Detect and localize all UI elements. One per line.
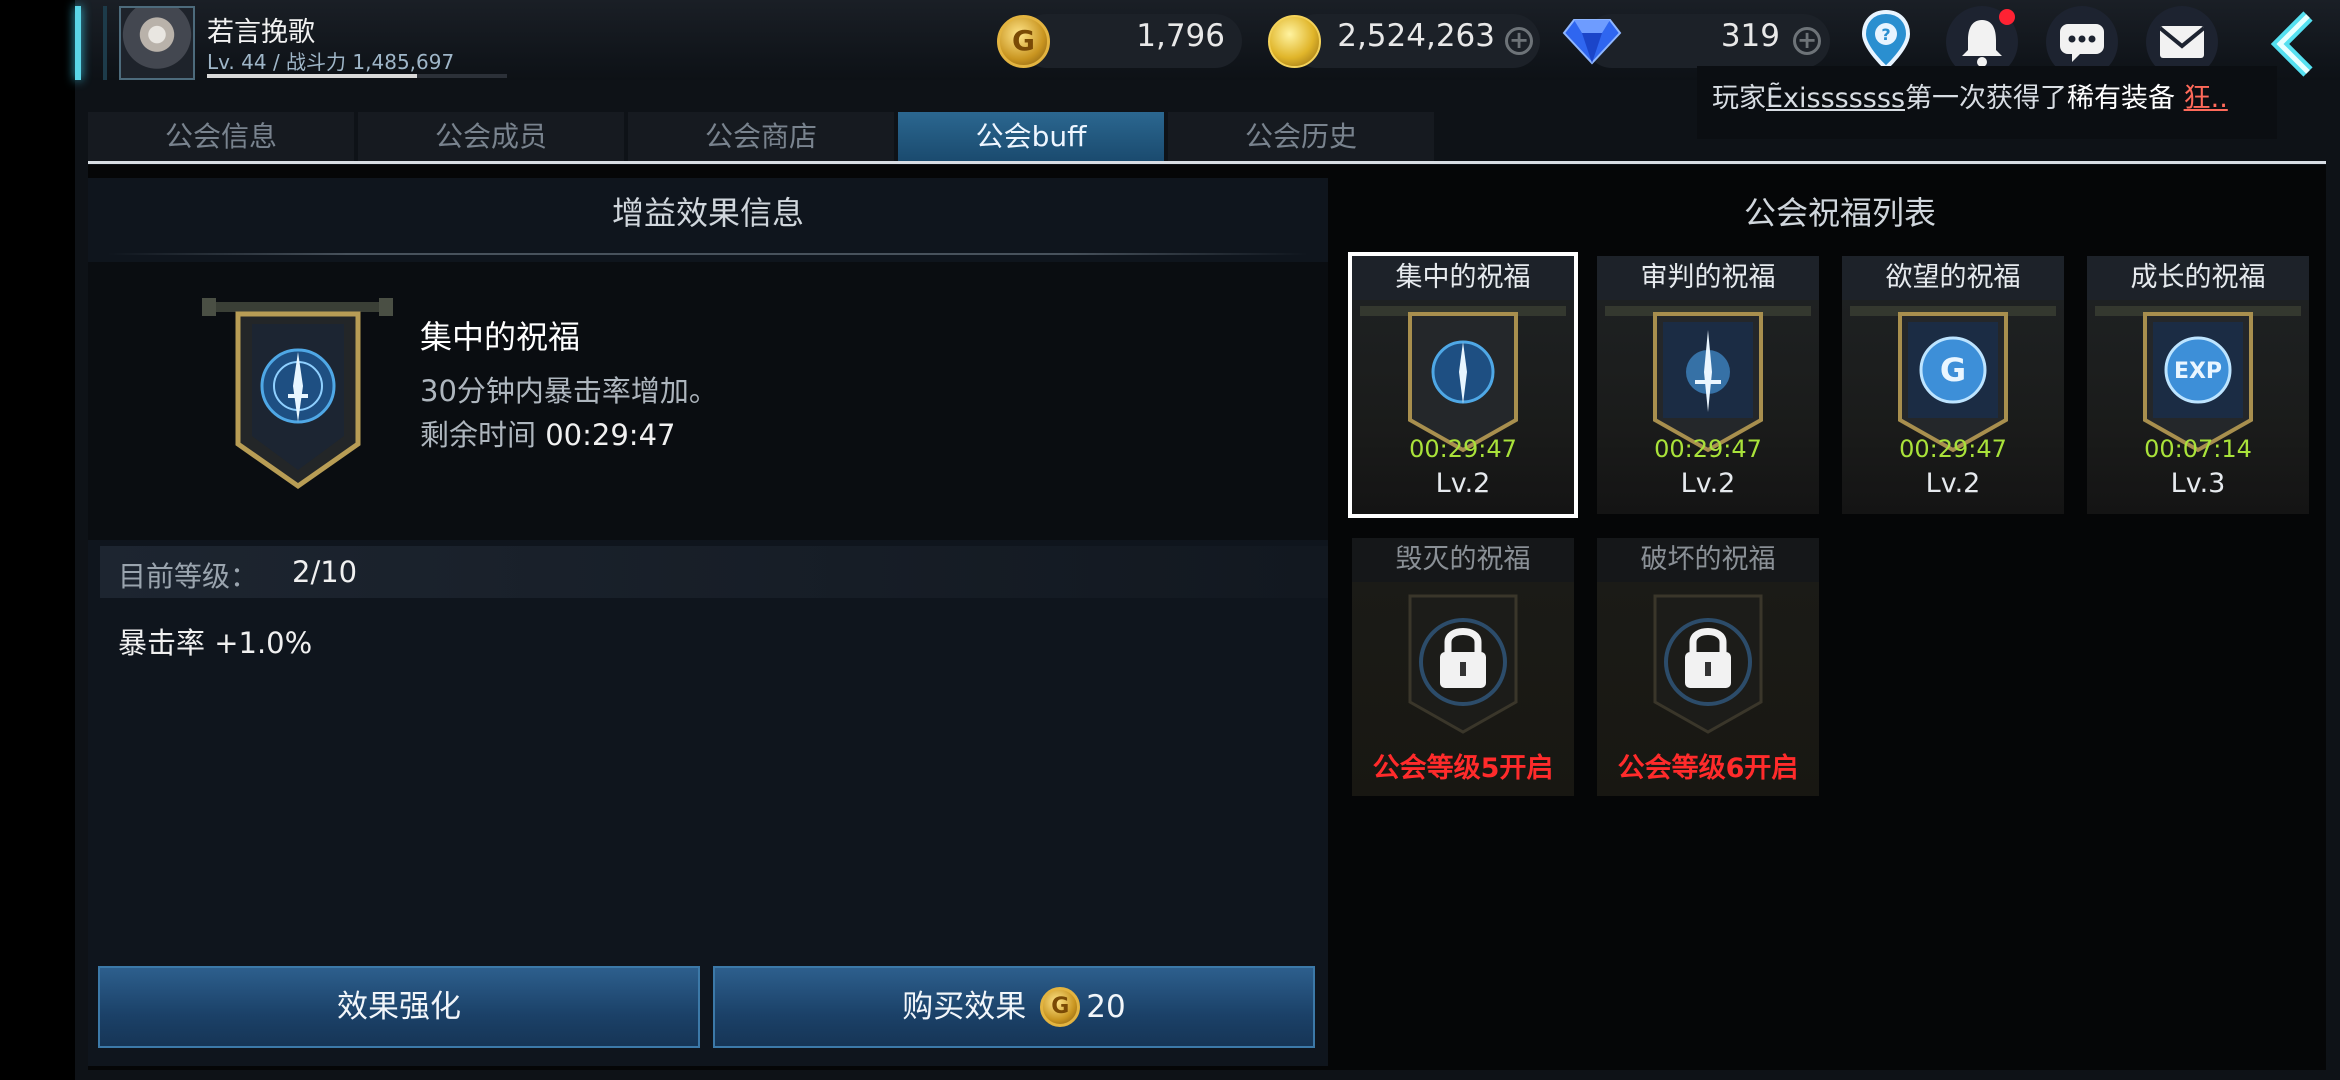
blessing-name: 成长的祝福 xyxy=(2087,256,2309,300)
blessing-list-title: 公会祝福列表 xyxy=(1743,194,1936,232)
blessing-level: Lv.2 xyxy=(1435,468,1491,499)
tab-divider xyxy=(88,161,2326,164)
blessing-name: 破坏的祝福 xyxy=(1597,538,1819,582)
frame-accent xyxy=(75,6,81,80)
diamond-amount: 319 xyxy=(1720,18,1780,54)
blessing-card-destruction[interactable]: 毁灭的祝福 公会等级5开启 xyxy=(1352,538,1574,796)
diamond-icon xyxy=(1562,19,1622,65)
dagger-banner-icon xyxy=(202,298,393,490)
buy-cost: 20 xyxy=(1086,989,1126,1025)
guild-coin-amount: 1,796 xyxy=(1136,18,1225,54)
exp-bar xyxy=(207,74,507,78)
blessing-card-focus[interactable]: 集中的祝福 00:29:47 Lv.2 xyxy=(1348,252,1578,518)
tab-bar: 公会信息 公会成员 公会商店 公会buff 公会历史 xyxy=(88,112,1436,162)
level-value: 2/10 xyxy=(292,555,358,589)
add-diamond-button[interactable]: + xyxy=(1793,27,1821,55)
gold-coin-icon xyxy=(1268,15,1321,68)
blessing-timer: 00:29:47 xyxy=(1899,435,2007,463)
blessing-name: 集中的祝福 xyxy=(1352,256,1574,300)
blessing-level: Lv.2 xyxy=(1680,468,1736,499)
blessing-card-judgment[interactable]: 审判的祝福 00:29:47 Lv.2 xyxy=(1597,256,1819,514)
effect-text: 暴击率 +1.0% xyxy=(118,626,313,660)
enhance-label: 效果强化 xyxy=(337,989,461,1025)
guild-coin-icon: G xyxy=(997,15,1050,68)
player-stats: Lv. 44 / 战斗力 1,485,697 xyxy=(207,50,455,74)
remaining-time: 剩余时间 00:29:47 xyxy=(420,412,675,454)
avatar[interactable] xyxy=(119,6,195,80)
unlock-requirement: 公会等级6开启 xyxy=(1617,753,1799,784)
desire-glyph: G xyxy=(1940,351,1966,389)
unlock-requirement: 公会等级5开启 xyxy=(1372,753,1554,784)
notice-middle: 第一次获得了 xyxy=(1905,83,2068,114)
notice-item: 稀有装备 xyxy=(2067,83,2176,114)
notice-suffix: 狂.. xyxy=(2183,83,2228,114)
player-level: Lv. 44 xyxy=(207,50,267,74)
player-name: 若言挽歌 xyxy=(207,17,315,48)
system-notice-text[interactable]: 玩家Ẽxisssssss第一次获得了稀有装备 狂.. xyxy=(1712,76,2228,115)
blessing-name: 欲望的祝福 xyxy=(1842,256,2064,300)
notice-player: Ẽxisssssss xyxy=(1766,83,1906,114)
power-value: 1,485,697 xyxy=(352,50,455,74)
tab-guild-history[interactable]: 公会历史 xyxy=(1168,112,1434,162)
level-label: 目前等级： xyxy=(118,560,259,593)
buff-info-title: 增益效果信息 xyxy=(611,194,804,232)
blessing-card-growth[interactable]: 成长的祝福 EXP 00:07:14 Lv.3 xyxy=(2087,256,2309,514)
guild-coin-icon: G xyxy=(1040,986,1081,1027)
remaining-time-value: 00:29:47 xyxy=(545,418,676,452)
tab-guild-info[interactable]: 公会信息 xyxy=(88,112,354,162)
blessing-card-desire[interactable]: 欲望的祝福 G 00:29:47 Lv.2 xyxy=(1842,256,2064,514)
remaining-time-label: 剩余时间 xyxy=(420,418,537,452)
blessing-level: Lv.3 xyxy=(2170,468,2226,499)
buy-effect-button[interactable]: 购买效果 G 20 xyxy=(713,966,1315,1048)
title-divider xyxy=(108,253,1308,255)
power-label: 战斗力 xyxy=(286,50,347,74)
frame-accent xyxy=(103,6,107,80)
svg-text:?: ? xyxy=(1881,25,1890,44)
add-gold-button[interactable]: + xyxy=(1505,27,1533,55)
buff-name: 集中的祝福 xyxy=(420,318,581,356)
blessing-timer: 00:29:47 xyxy=(1409,435,1517,463)
gold-amount: 2,524,263 xyxy=(1337,18,1495,54)
blessing-timer: 00:29:47 xyxy=(1654,435,1762,463)
notice-prefix: 玩家 xyxy=(1712,83,1766,114)
buy-label: 购买效果 xyxy=(902,989,1027,1025)
buff-description: 30分钟内暴击率增加。 xyxy=(420,374,718,408)
growth-glyph: EXP xyxy=(2174,359,2222,384)
enhance-effect-button[interactable]: 效果强化 xyxy=(98,966,700,1048)
blessing-level: Lv.2 xyxy=(1925,468,1981,499)
blessing-name: 审判的祝福 xyxy=(1597,256,1819,300)
blessing-card-ruin[interactable]: 破坏的祝福 公会等级6开启 xyxy=(1597,538,1819,796)
tab-guild-shop[interactable]: 公会商店 xyxy=(628,112,894,162)
tab-guild-members[interactable]: 公会成员 xyxy=(358,112,624,162)
tab-guild-buff[interactable]: 公会buff xyxy=(898,112,1164,162)
level-row xyxy=(100,546,1328,598)
blessing-timer: 00:07:14 xyxy=(2144,435,2252,463)
blessing-name: 毁灭的祝福 xyxy=(1352,538,1574,582)
